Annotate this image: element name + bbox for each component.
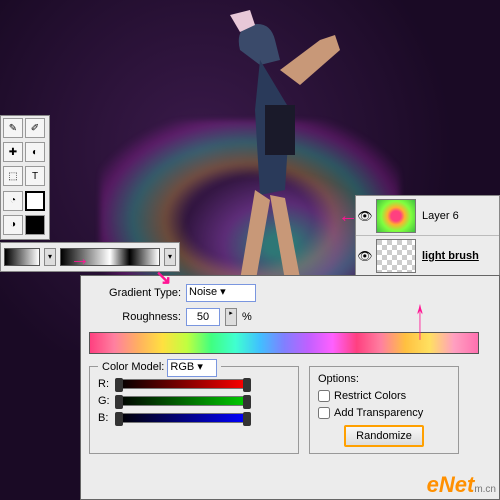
- watermark-sub: m.cn: [474, 484, 496, 495]
- g-label: G:: [98, 395, 112, 407]
- bg-swatch[interactable]: [25, 215, 45, 235]
- tool-4[interactable]: ◐: [25, 142, 45, 162]
- layer-name[interactable]: Layer 6: [418, 210, 459, 222]
- color-model-value: RGB: [170, 361, 194, 373]
- visibility-icon[interactable]: 👁: [356, 249, 374, 263]
- restrict-label: Restrict Colors: [334, 390, 406, 402]
- layer-name[interactable]: light brush: [418, 250, 479, 262]
- r-label: R:: [98, 378, 112, 390]
- watermark-main: eNet: [427, 472, 475, 497]
- roughness-spinner[interactable]: ▸: [225, 308, 237, 326]
- visibility-icon[interactable]: 👁: [356, 209, 374, 223]
- r-slider[interactable]: [118, 379, 248, 389]
- tool-6[interactable]: T: [25, 166, 45, 186]
- roughness-input[interactable]: [186, 308, 220, 326]
- annotation-arrow-3: ←: [338, 205, 358, 228]
- randomize-button[interactable]: Randomize: [344, 425, 424, 447]
- annotation-arrow-1: →: [70, 248, 90, 271]
- layer-row[interactable]: 👁 light brush: [356, 236, 499, 276]
- b-slider[interactable]: [118, 413, 248, 423]
- gradient-type-select[interactable]: Noise ▾: [186, 284, 256, 302]
- b-label: B:: [98, 412, 112, 424]
- tool-8[interactable]: ◑: [3, 215, 23, 235]
- tool-2[interactable]: ✐: [25, 118, 45, 138]
- g-slider[interactable]: [118, 396, 248, 406]
- gradient-dropdown-1[interactable]: ▾: [44, 248, 56, 266]
- options-label: Options:: [318, 373, 359, 385]
- restrict-colors-check[interactable]: Restrict Colors: [318, 390, 450, 402]
- gradient-type-value: Noise: [189, 286, 217, 298]
- color-model-label: Color Model:: [102, 361, 164, 373]
- tools-panel: ✎ ✐ ✚ ◐ ⬚ T ◔ ◑: [0, 115, 50, 240]
- gradient-dropdown-2[interactable]: ▾: [164, 248, 176, 266]
- options-fieldset: Options: Restrict Colors Add Transparenc…: [309, 366, 459, 454]
- tool-1[interactable]: ✎: [3, 118, 23, 138]
- roughness-label: Roughness:: [89, 311, 181, 323]
- watermark: eNetm.cn: [427, 472, 496, 498]
- tool-7[interactable]: ◔: [3, 191, 23, 211]
- add-transparency-check[interactable]: Add Transparency: [318, 407, 450, 419]
- annotation-arrow-2: ↘: [155, 265, 172, 290]
- tool-5[interactable]: ⬚: [3, 166, 23, 186]
- gradient-preset-small[interactable]: [4, 248, 40, 266]
- layer-row[interactable]: 👁 Layer 6: [356, 196, 499, 236]
- gradient-option-bar: ▾ ▾: [0, 242, 180, 272]
- layers-panel: 👁 Layer 6 👁 light brush: [355, 195, 500, 280]
- layer-thumb-brush[interactable]: [376, 239, 416, 273]
- annotation-arrow-4: ↑: [415, 287, 425, 356]
- color-model-select[interactable]: RGB ▾: [167, 359, 217, 377]
- fg-swatch[interactable]: [25, 191, 45, 211]
- tool-3[interactable]: ✚: [3, 142, 23, 162]
- color-model-fieldset: Color Model: RGB ▾ R: G: B:: [89, 366, 299, 454]
- percent-label: %: [242, 311, 252, 323]
- transparency-label: Add Transparency: [334, 407, 423, 419]
- layer-thumb-gradient[interactable]: [376, 199, 416, 233]
- gradient-editor-dialog: Gradient Type: Noise ▾ Roughness: ▸ % Co…: [80, 275, 500, 500]
